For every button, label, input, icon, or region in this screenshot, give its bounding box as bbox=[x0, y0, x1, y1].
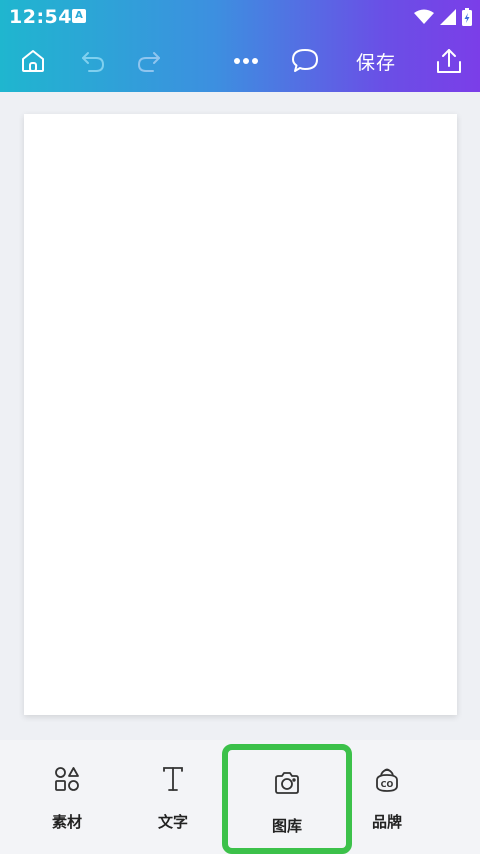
redo-button[interactable] bbox=[130, 42, 168, 80]
elements-icon bbox=[55, 767, 79, 791]
share-button[interactable] bbox=[430, 42, 468, 80]
bottom-tab-bar: 素材 文字 图库 CO 品牌 bbox=[0, 740, 480, 854]
tab-label: 图库 bbox=[271, 817, 302, 835]
home-button[interactable] bbox=[14, 42, 52, 80]
tab-brand[interactable]: CO 品牌 bbox=[335, 740, 439, 854]
tab-elements[interactable]: 素材 bbox=[15, 740, 119, 854]
save-label: 保存 bbox=[355, 51, 396, 74]
comment-button[interactable] bbox=[286, 42, 324, 80]
tab-label: 文字 bbox=[157, 813, 188, 831]
status-bar: 12:54 A bbox=[0, 0, 480, 34]
brand-icon: CO bbox=[376, 768, 398, 792]
tab-text[interactable]: 文字 bbox=[121, 740, 225, 854]
undo-icon bbox=[82, 52, 104, 72]
share-icon bbox=[437, 49, 461, 73]
battery-icon bbox=[462, 8, 472, 26]
redo-icon bbox=[138, 52, 160, 72]
undo-button[interactable] bbox=[74, 42, 112, 80]
notification-icon: A bbox=[72, 9, 86, 23]
home-icon bbox=[22, 50, 44, 72]
signal-icon bbox=[440, 9, 456, 25]
design-canvas-area bbox=[0, 92, 480, 740]
editor-toolbar: 保存 bbox=[0, 34, 480, 88]
status-time: 12:54 bbox=[9, 6, 72, 28]
tab-photos[interactable]: 图库 bbox=[222, 744, 352, 854]
system-icons bbox=[414, 7, 472, 27]
svg-text:CO: CO bbox=[381, 780, 394, 789]
top-bar: 12:54 A 保存 bbox=[0, 0, 480, 92]
design-page[interactable] bbox=[24, 114, 457, 715]
wifi-icon bbox=[414, 9, 434, 24]
tab-label: 品牌 bbox=[371, 813, 402, 831]
text-icon bbox=[163, 767, 183, 791]
tab-label: 素材 bbox=[51, 813, 82, 831]
camera-icon bbox=[275, 772, 299, 794]
more-button[interactable] bbox=[228, 42, 264, 80]
comment-icon bbox=[292, 49, 318, 72]
more-icon bbox=[234, 58, 258, 64]
save-button[interactable]: 保存 bbox=[350, 42, 402, 80]
